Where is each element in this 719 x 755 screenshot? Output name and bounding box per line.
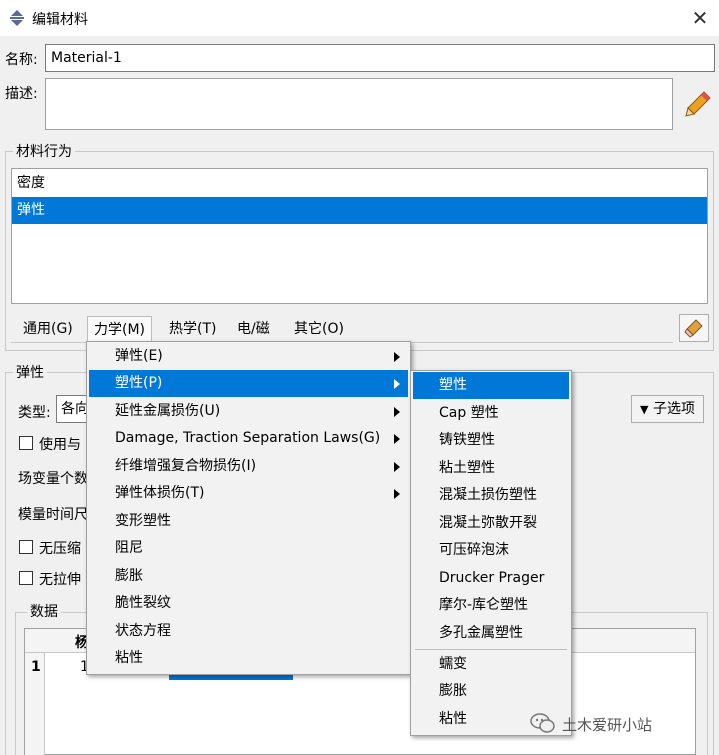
menu-item-ductile-damage[interactable]: 延性金属损伤(U) bbox=[89, 398, 408, 425]
pencil-icon[interactable] bbox=[684, 90, 712, 118]
plasticity-submenu: 塑性 Cap 塑性 铸铁塑性 粘土塑性 混凝土损伤塑性 混凝土弥散开裂 可压碎泡… bbox=[410, 370, 572, 736]
submenu-separator bbox=[415, 649, 567, 650]
submenu-item-clay[interactable]: 粘土塑性 bbox=[413, 455, 569, 482]
menu-item-eos[interactable]: 状态方程 bbox=[89, 618, 408, 645]
type-label: 类型: bbox=[18, 405, 51, 421]
submenu-arrow-icon bbox=[394, 407, 400, 417]
menu-item-plasticity[interactable]: 塑性(P) bbox=[89, 370, 408, 397]
behavior-group-title: 材料行为 bbox=[13, 141, 75, 161]
submenu-item-cap-plasticity[interactable]: Cap 塑性 bbox=[413, 400, 569, 427]
title-bar bbox=[0, 0, 719, 36]
submenu-item-swelling[interactable]: 膨胀 bbox=[413, 678, 569, 705]
menu-item-viscosity[interactable]: 粘性 bbox=[89, 645, 408, 672]
menu-general[interactable]: 通用(G) bbox=[17, 316, 79, 342]
behavior-item-density[interactable]: 密度 bbox=[12, 170, 707, 197]
menu-item-brittle-cracking[interactable]: 脆性裂纹 bbox=[89, 590, 408, 617]
name-input[interactable]: Material-1 bbox=[45, 44, 715, 72]
submenu-item-creep[interactable]: 蠕变 bbox=[413, 651, 569, 678]
menu-item-deformation-plasticity[interactable]: 变形塑性 bbox=[89, 508, 408, 535]
menu-thermal[interactable]: 热学(T) bbox=[163, 316, 222, 342]
suboptions-button[interactable]: ▼ 子选项 bbox=[631, 395, 704, 423]
wechat-icon bbox=[530, 713, 555, 733]
menu-item-fiber-damage[interactable]: 纤维增强复合物损伤(I) bbox=[89, 453, 408, 480]
name-label: 名称: bbox=[5, 52, 38, 68]
submenu-arrow-icon bbox=[394, 352, 400, 362]
no-tension-label: 无拉伸 bbox=[39, 572, 81, 588]
suboptions-label: 子选项 bbox=[652, 401, 695, 417]
type-select[interactable]: 各向 bbox=[56, 395, 88, 423]
moduli-time-label: 模量时间尺 bbox=[18, 507, 88, 523]
behavior-list[interactable]: 密度 弹性 bbox=[11, 168, 708, 304]
submenu-item-drucker-prager[interactable]: Drucker Prager bbox=[413, 565, 569, 592]
submenu-item-porous-metal[interactable]: 多孔金属塑性 bbox=[413, 620, 569, 647]
data-group-title: 数据 bbox=[27, 601, 61, 621]
submenu-arrow-icon bbox=[394, 434, 400, 444]
delete-behavior-button[interactable] bbox=[679, 314, 709, 342]
menu-electromagnetic[interactable]: 电/磁 bbox=[231, 316, 276, 342]
close-icon[interactable]: ✕ bbox=[688, 6, 712, 30]
menu-item-traction-separation[interactable]: Damage, Traction Separation Laws(G) bbox=[89, 425, 408, 452]
submenu-item-concrete-damage[interactable]: 混凝土损伤塑性 bbox=[413, 482, 569, 509]
submenu-arrow-icon bbox=[394, 489, 400, 499]
elastic-group-title: 弹性 bbox=[13, 362, 47, 382]
menu-other[interactable]: 其它(O) bbox=[288, 316, 350, 342]
triangle-down-icon: ▼ bbox=[640, 403, 649, 416]
use-temp-checkbox[interactable] bbox=[19, 436, 33, 450]
menu-item-elastic[interactable]: 弹性(E) bbox=[89, 343, 408, 370]
field-vars-label: 场变量个数 bbox=[18, 471, 88, 487]
row-number: 1 bbox=[31, 659, 41, 675]
menu-item-expansion[interactable]: 膨胀 bbox=[89, 563, 408, 590]
eraser-icon bbox=[684, 319, 703, 338]
description-input[interactable] bbox=[45, 78, 673, 130]
submenu-item-cast-iron[interactable]: 铸铁塑性 bbox=[413, 427, 569, 454]
app-icon bbox=[10, 10, 24, 26]
submenu-arrow-icon bbox=[394, 462, 400, 472]
menu-item-elastomer-damage[interactable]: 弹性体损伤(T) bbox=[89, 480, 408, 507]
watermark-text: 土木爱研小站 bbox=[562, 716, 653, 734]
use-temp-label: 使用与 bbox=[39, 437, 81, 453]
no-compression-label: 无压缩 bbox=[39, 541, 81, 557]
menu-mechanical[interactable]: 力学(M) bbox=[87, 316, 153, 342]
no-compression-checkbox[interactable] bbox=[19, 540, 33, 554]
submenu-item-concrete-smeared[interactable]: 混凝土弥散开裂 bbox=[413, 510, 569, 537]
submenu-item-plasticity[interactable]: 塑性 bbox=[413, 372, 569, 399]
menu-item-damping[interactable]: 阻尼 bbox=[89, 535, 408, 562]
behavior-item-elastic[interactable]: 弹性 bbox=[12, 197, 707, 224]
no-tension-checkbox[interactable] bbox=[19, 571, 33, 585]
window-title: 编辑材料 bbox=[32, 12, 88, 28]
submenu-item-mohr-coulomb[interactable]: 摩尔-库仑塑性 bbox=[413, 592, 569, 619]
submenu-arrow-icon bbox=[394, 379, 400, 389]
submenu-item-crushable-foam[interactable]: 可压碎泡沫 bbox=[413, 537, 569, 564]
description-label: 描述: bbox=[5, 86, 38, 102]
mechanics-menu: 弹性(E) 塑性(P) 延性金属损伤(U) Damage, Traction S… bbox=[86, 341, 411, 675]
